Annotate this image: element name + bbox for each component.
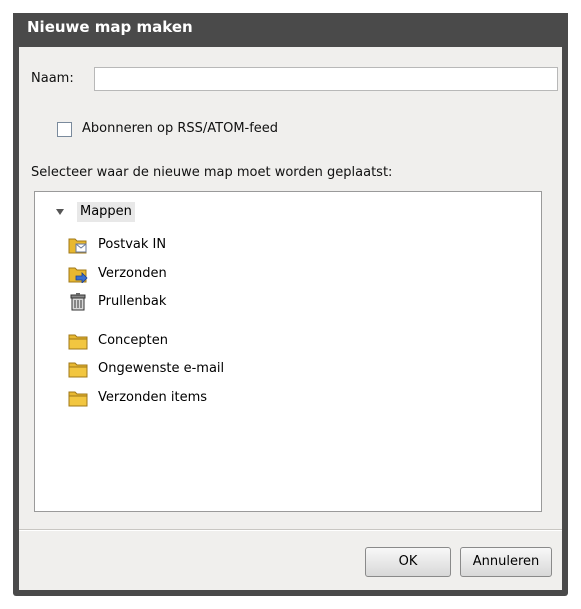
folder-icon: [68, 389, 88, 407]
folder-icon: [68, 332, 88, 350]
tree-item-verzonden-items[interactable]: Verzonden items: [68, 388, 288, 408]
tree-item-ongewenste-email[interactable]: Ongewenste e-mail: [68, 359, 288, 379]
subscribe-checkbox[interactable]: [57, 122, 72, 137]
name-label: Naam:: [31, 71, 74, 86]
tree-item-concepten[interactable]: Concepten: [68, 331, 268, 351]
tree-item-label: Concepten: [98, 333, 169, 348]
subscribe-label[interactable]: Abonneren op RSS/ATOM-feed: [82, 121, 278, 136]
tree-item-postvak-in[interactable]: Postvak IN: [68, 235, 268, 255]
tree-item-verzonden[interactable]: Verzonden: [68, 264, 268, 284]
cancel-button[interactable]: Annuleren: [460, 547, 552, 577]
sent-folder-icon: [68, 265, 88, 284]
trash-icon: [68, 293, 88, 311]
footer-divider: [19, 529, 562, 531]
tree-item-label: Prullenbak: [98, 294, 167, 309]
tree-root-mappen[interactable]: Mappen: [55, 202, 195, 222]
dialog-content: Naam: Abonneren op RSS/ATOM-feed Selecte…: [19, 47, 562, 590]
inbox-folder-icon: [68, 236, 88, 254]
tree-item-label: Ongewenste e-mail: [98, 361, 225, 376]
tree-item-label: Postvak IN: [98, 237, 167, 252]
expand-triangle-icon[interactable]: [55, 203, 67, 221]
tree-root-label: Mappen: [77, 202, 135, 222]
folder-icon: [68, 360, 88, 378]
dialog-title: Nieuwe map maken: [13, 13, 568, 41]
new-folder-dialog: Nieuwe map maken Naam: Abonneren op RSS/…: [13, 13, 568, 596]
folder-tree[interactable]: Mappen Postvak IN Verzonden Prullenbak C…: [34, 191, 542, 512]
name-input[interactable]: [94, 67, 558, 91]
tree-item-label: Verzonden: [98, 266, 167, 281]
tree-item-prullenbak[interactable]: Prullenbak: [68, 292, 268, 312]
ok-button[interactable]: OK: [365, 547, 451, 577]
location-label: Selecteer waar de nieuwe map moet worden…: [31, 165, 393, 180]
tree-item-label: Verzonden items: [98, 390, 208, 405]
